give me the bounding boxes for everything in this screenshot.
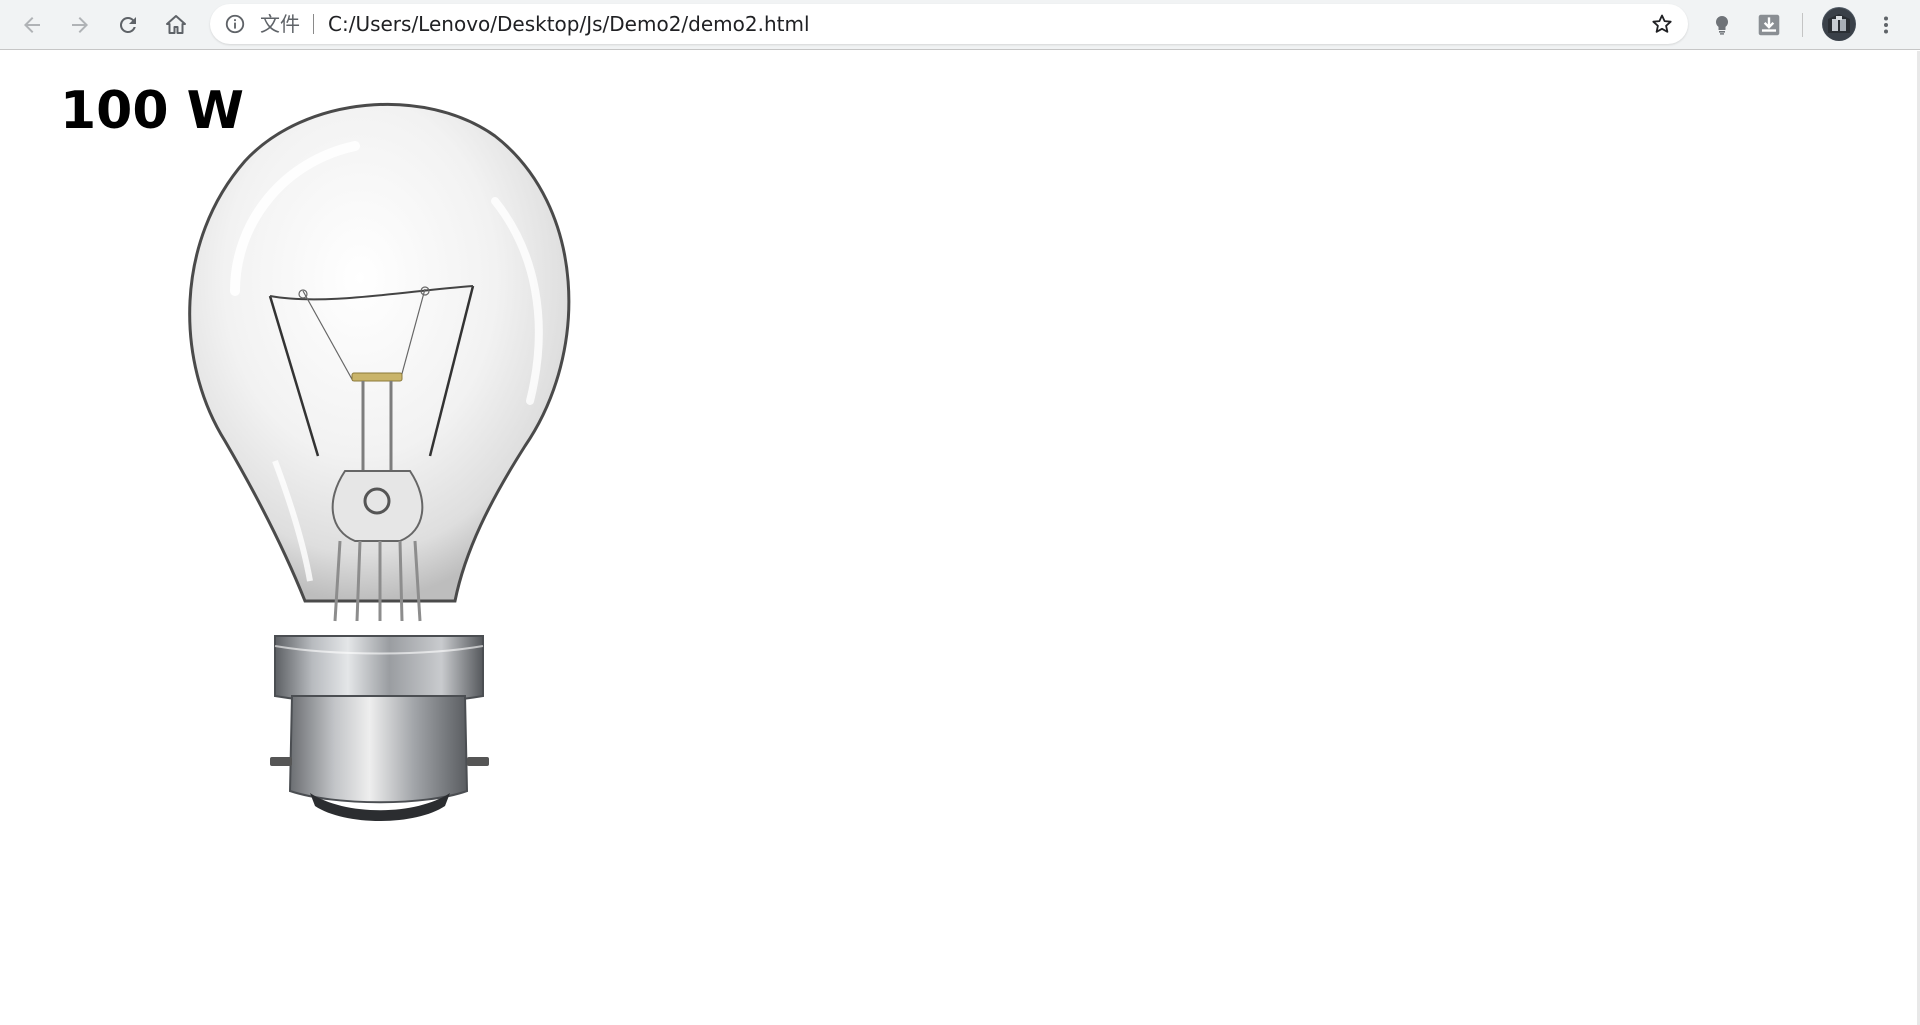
page-content: 100 W xyxy=(0,51,1920,1025)
star-outline-icon[interactable] xyxy=(1650,12,1674,36)
url-scheme-label: 文件 xyxy=(260,12,300,36)
kebab-menu-icon xyxy=(1884,16,1888,34)
lightbulb-extension-button[interactable] xyxy=(1704,7,1740,43)
avatar-image xyxy=(1823,8,1855,40)
reload-button[interactable] xyxy=(110,7,146,43)
arrow-left-icon xyxy=(24,17,40,33)
info-icon[interactable] xyxy=(224,13,246,35)
forward-button[interactable] xyxy=(62,7,98,43)
reload-icon xyxy=(119,16,136,33)
download-extension-icon xyxy=(1758,14,1780,36)
toolbar-divider xyxy=(1802,13,1803,37)
address-bar[interactable]: 文件 C:/Users/Lenovo/Desktop/Js/Demo2/demo… xyxy=(210,4,1688,44)
home-button[interactable] xyxy=(158,7,194,43)
light-bulb-image xyxy=(188,102,571,821)
arrow-right-icon xyxy=(72,17,88,33)
home-icon xyxy=(166,15,186,34)
profile-avatar[interactable] xyxy=(1822,7,1856,41)
url-text[interactable]: C:/Users/Lenovo/Desktop/Js/Demo2/demo2.h… xyxy=(328,13,810,35)
url-separator xyxy=(313,14,314,34)
lightbulb-extension-icon xyxy=(1715,15,1729,35)
browser-toolbar: 文件 C:/Users/Lenovo/Desktop/Js/Demo2/demo… xyxy=(0,0,1920,50)
menu-button[interactable] xyxy=(1868,7,1904,43)
back-button[interactable] xyxy=(14,7,50,43)
download-extension-button[interactable] xyxy=(1751,7,1787,43)
